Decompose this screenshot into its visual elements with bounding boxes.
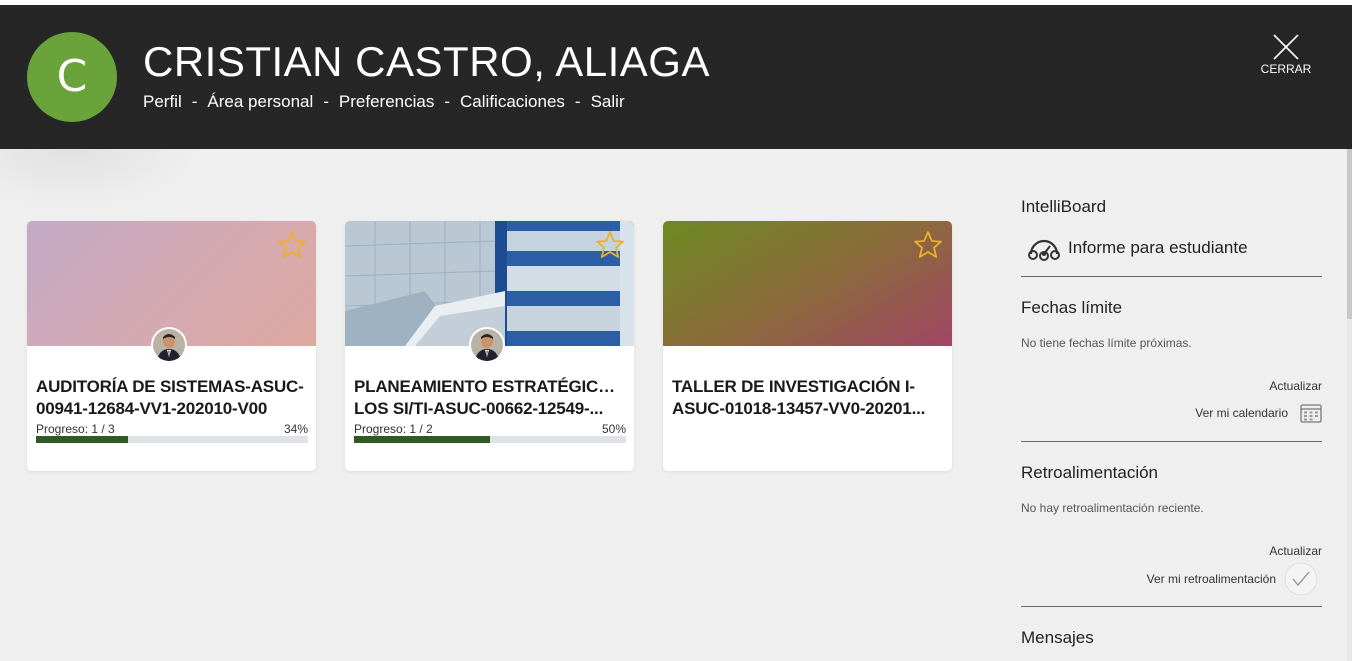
deadlines-refresh-link[interactable]: Actualizar — [1269, 379, 1322, 393]
teacher-avatar[interactable] — [151, 327, 187, 363]
avatar[interactable]: C — [27, 32, 117, 122]
progress-bar — [36, 436, 308, 443]
star-icon[interactable] — [276, 229, 308, 261]
star-icon[interactable] — [912, 229, 944, 261]
feedback-block: Retroalimentación No hay retroalimentaci… — [1021, 442, 1322, 606]
progress-fill — [354, 436, 490, 443]
user-header: C CRISTIAN CASTRO, ALIAGA Perfil - Área … — [0, 5, 1352, 149]
student-report-link[interactable]: Informe para estudiante — [1026, 235, 1248, 261]
nav-preferences[interactable]: Preferencias — [339, 92, 434, 112]
student-report-label: Informe para estudiante — [1068, 238, 1248, 257]
course-title[interactable]: TALLER DE INVESTIGACIÓN I- ASUC-01018-13… — [672, 376, 944, 420]
view-feedback-label: Ver mi retroalimentación — [1146, 572, 1276, 586]
star-icon[interactable] — [594, 229, 626, 261]
progress-fill — [36, 436, 129, 443]
messages-title: Mensajes — [1021, 628, 1094, 647]
progress-percent: 34% — [283, 422, 308, 436]
view-calendar-link[interactable]: Ver mi calendario — [1195, 403, 1322, 423]
intelliboard-title: IntelliBoard — [1021, 197, 1107, 216]
course-card[interactable]: PLANEAMIENTO ESTRATÉGICO DE LOS SI/TI-AS… — [345, 221, 634, 471]
nav-separator: - — [574, 92, 581, 111]
feedback-title: Retroalimentación — [1021, 463, 1159, 482]
scrollbar-thumb[interactable] — [1347, 149, 1352, 319]
course-title[interactable]: PLANEAMIENTO ESTRATÉGICO DE LOS SI/TI-AS… — [354, 376, 626, 420]
close-label: CERRAR — [1260, 62, 1312, 76]
right-sidebar: IntelliBoard Informe para estudiante Fec… — [1021, 195, 1322, 647]
nav-profile[interactable]: Perfil — [143, 92, 182, 112]
progress-label: Progreso: 1 / 2 — [354, 422, 433, 436]
calendar-icon — [1300, 404, 1322, 423]
deadlines-title: Fechas límite — [1021, 298, 1123, 317]
checkmark-icon — [1284, 562, 1318, 596]
course-card[interactable]: TALLER DE INVESTIGACIÓN I- ASUC-01018-13… — [663, 221, 952, 471]
dashboard-gauge-icon — [1028, 239, 1060, 261]
user-nav: Perfil - Área personal - Preferencias - … — [143, 92, 625, 112]
nav-personal-area[interactable]: Área personal — [207, 92, 313, 112]
nav-separator: - — [444, 92, 451, 111]
progress-bar — [354, 436, 626, 443]
course-title[interactable]: AUDITORÍA DE SISTEMAS-ASUC- 00941-12684-… — [36, 376, 308, 420]
teacher-avatar[interactable] — [469, 327, 505, 363]
deadlines-empty: No tiene fechas límite próximas. — [1021, 336, 1192, 350]
feedback-refresh-link[interactable]: Actualizar — [1269, 544, 1322, 558]
nav-grades[interactable]: Calificaciones — [460, 92, 565, 112]
user-name: CRISTIAN CASTRO, ALIAGA — [143, 38, 710, 85]
nav-separator: - — [191, 92, 198, 111]
messages-block: Mensajes — [1021, 607, 1322, 647]
intelliboard-block: IntelliBoard Informe para estudiante — [1021, 195, 1322, 276]
decorative-shadow — [0, 149, 200, 209]
view-calendar-label: Ver mi calendario — [1195, 406, 1288, 420]
course-image — [663, 221, 952, 346]
progress-label: Progreso: 1 / 3 — [36, 422, 115, 436]
course-card[interactable]: AUDITORÍA DE SISTEMAS-ASUC- 00941-12684-… — [27, 221, 316, 471]
nav-separator: - — [323, 92, 329, 111]
progress-percent: 50% — [601, 422, 626, 436]
close-icon — [1273, 34, 1299, 60]
deadlines-block: Fechas límite No tiene fechas límite pró… — [1021, 277, 1322, 441]
view-feedback-link[interactable]: Ver mi retroalimentación — [1147, 562, 1318, 596]
feedback-empty: No hay retroalimentación reciente. — [1021, 501, 1204, 515]
nav-logout[interactable]: Salir — [591, 92, 625, 112]
close-button[interactable]: CERRAR — [1257, 33, 1315, 83]
